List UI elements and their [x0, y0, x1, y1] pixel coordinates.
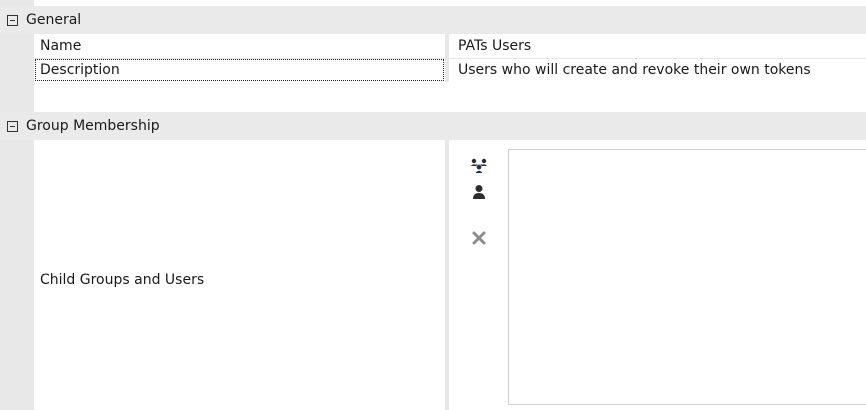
add-group-icon	[470, 158, 488, 173]
property-name-value[interactable]: PATs Users	[449, 34, 866, 58]
child-groups-users-list[interactable]	[508, 149, 866, 405]
section-title: General	[26, 12, 82, 28]
property-description-value[interactable]: Users who will create and revoke their o…	[449, 58, 866, 82]
membership-toolbar	[466, 155, 496, 249]
remove-icon	[472, 231, 486, 245]
add-user-icon	[473, 185, 485, 199]
collapse-icon[interactable]	[7, 14, 18, 26]
section-title: Group Membership	[26, 118, 160, 134]
column-divider[interactable]	[445, 140, 449, 410]
property-grid: General Name PATs Users Description User…	[0, 0, 866, 410]
grid-gutter	[0, 0, 34, 410]
property-description-label: Description	[34, 58, 445, 82]
property-row-name[interactable]: Name PATs Users	[34, 34, 866, 59]
add-group-button[interactable]	[466, 155, 492, 177]
child-groups-users-label: Child Groups and Users	[40, 272, 205, 288]
property-name-label: Name	[40, 38, 82, 54]
section-group-membership-header[interactable]: Group Membership	[0, 112, 866, 140]
add-user-button[interactable]	[466, 181, 492, 203]
property-row-description[interactable]: Description Users who will create and re…	[34, 58, 866, 82]
section-general-header[interactable]: General	[0, 6, 866, 34]
collapse-icon[interactable]	[7, 120, 18, 132]
remove-button[interactable]	[466, 227, 492, 249]
